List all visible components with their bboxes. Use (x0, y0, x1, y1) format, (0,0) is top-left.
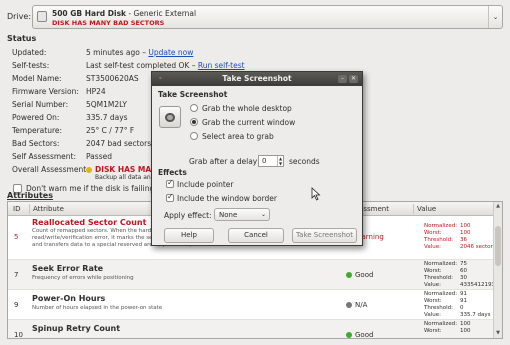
minimize-icon[interactable]: – (338, 75, 347, 83)
select-area-radio[interactable] (190, 132, 198, 140)
delay-spinner[interactable]: 0 ▲ ▼ (258, 155, 284, 167)
drive-select[interactable]: 500 GB Hard Disk - Generic External DISK… (32, 5, 503, 29)
close-icon[interactable]: ✕ (349, 75, 358, 83)
scroll-up-icon[interactable]: ▲ (494, 203, 502, 209)
grab-desktop-label: Grab the whole desktop (202, 104, 292, 113)
window-menu-icon[interactable]: ◦ (156, 75, 165, 83)
chevron-down-icon[interactable]: ⌄ (488, 6, 502, 28)
table-row[interactable]: 9 Power-On Hours Number of hours elapsed… (8, 290, 495, 320)
scrollbar-thumb[interactable] (495, 226, 501, 266)
update-now-link[interactable]: Update now (148, 48, 193, 57)
select-area-label: Select area to grab (202, 132, 274, 141)
na-dot-icon (346, 302, 352, 308)
overall-assessment-value: DISK HAS MAN (95, 165, 158, 174)
good-dot-icon (346, 272, 352, 278)
effects-heading: Effects (158, 168, 187, 177)
column-header-value[interactable]: Value (417, 205, 436, 213)
warning-dot-icon (86, 167, 92, 173)
table-row[interactable]: 7 Seek Error Rate Frequency of errors wh… (8, 260, 495, 290)
take-screenshot-heading: Take Screenshot (158, 90, 228, 99)
attributes-heading: Attributes (7, 191, 53, 200)
include-pointer-checkbox[interactable] (166, 178, 174, 188)
column-header-attribute[interactable]: Attribute (33, 205, 64, 213)
help-button[interactable]: Help (164, 228, 214, 243)
take-screenshot-dialog: Take Screenshot ◦ – ✕ Take Screenshot Gr… (151, 71, 363, 246)
include-pointer-label: Include pointer (177, 180, 234, 189)
hard-disk-icon (37, 11, 47, 22)
dialog-titlebar[interactable]: Take Screenshot ◦ – ✕ (152, 72, 362, 86)
cancel-button[interactable]: Cancel (228, 228, 284, 243)
scroll-down-icon[interactable]: ▼ (494, 330, 502, 336)
grab-window-radio[interactable] (190, 118, 198, 126)
column-header-id[interactable]: ID (13, 205, 20, 213)
overall-assessment-sub: Backup all data and (95, 174, 155, 181)
status-heading: Status (7, 34, 37, 43)
drive-name: 500 GB Hard Disk - Generic External (52, 9, 197, 18)
table-scrollbar[interactable]: ▲ ▼ (493, 202, 502, 338)
chevron-down-icon: ⌄ (260, 211, 266, 218)
delay-label: Grab after a delay of (189, 157, 267, 166)
apply-effect-select[interactable]: None ⌄ (214, 208, 270, 221)
grab-desktop-radio[interactable] (190, 104, 198, 112)
include-border-label: Include the window border (177, 194, 277, 203)
table-row[interactable]: 10 Spinup Retry Count Good Normalized: 10… (8, 320, 495, 338)
drive-warning: DISK HAS MANY BAD SECTORS (52, 19, 165, 27)
mouse-pointer-icon (311, 187, 321, 201)
take-screenshot-button[interactable]: Take Screenshot (292, 228, 357, 243)
apply-effect-label: Apply effect: (164, 211, 212, 220)
grab-window-label: Grab the current window (202, 118, 296, 127)
delay-unit: seconds (289, 157, 320, 166)
good-dot-icon (346, 332, 352, 338)
spinner-arrows-icon[interactable]: ▲ ▼ (277, 156, 283, 166)
run-self-test-link[interactable]: Run self-test (198, 61, 245, 70)
include-border-checkbox[interactable] (166, 192, 174, 202)
camera-icon (159, 106, 181, 128)
drive-label: Drive: (7, 12, 32, 21)
